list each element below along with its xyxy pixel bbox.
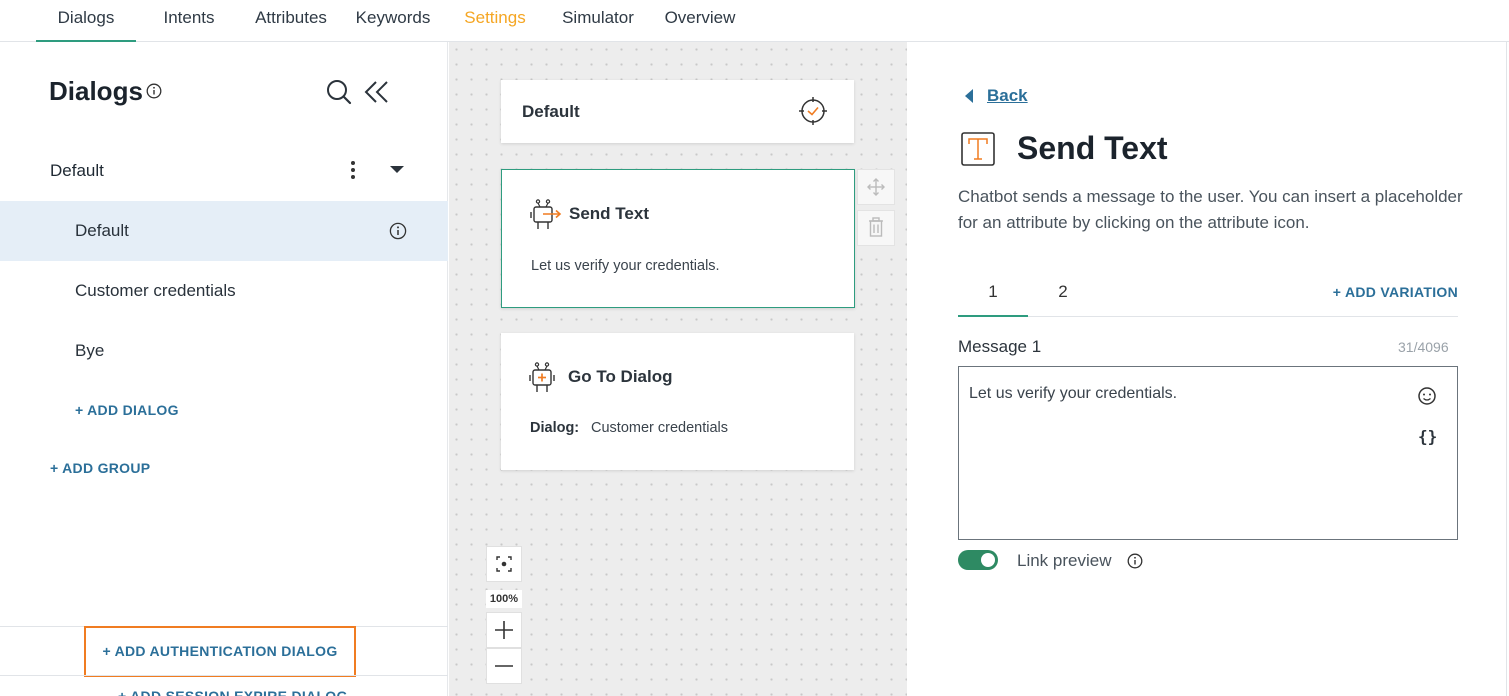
info-icon[interactable] [1127,553,1143,574]
flow-canvas[interactable]: Default Send Text Let us verify your cre… [449,42,907,696]
send-text-card-message: Let us verify your credentials. [531,258,720,274]
tab-intents[interactable]: Intents [150,0,228,42]
message-input[interactable]: Let us verify your credentials. {} [958,366,1458,540]
dialog-item-label: Customer credentials [75,281,236,300]
dialog-item-label: Bye [75,341,105,360]
variation-tab-2[interactable]: 2 [1028,282,1098,317]
panel-description: Chatbot sends a message to the user. You… [958,187,1463,232]
target-icon [798,96,828,131]
link-preview-label: Link preview [1017,551,1112,570]
dialog-item-label: Default [75,221,129,240]
chevron-down-icon[interactable] [390,166,404,173]
panel-title: Send Text [1017,130,1168,166]
back-arrow-icon[interactable] [965,89,973,103]
more-options-icon[interactable] [343,158,363,184]
start-card[interactable]: Default [501,80,854,143]
element-settings-panel: Back Send Text Chatbot sends a message t… [907,42,1507,696]
add-session-expire-dialog-button[interactable]: + ADD SESSION EXPIRE DIALOG [118,688,348,696]
zoom-controls [486,612,522,684]
robot-goto-icon [528,361,558,400]
tab-simulator[interactable]: Simulator [553,0,643,42]
go-to-dialog-card[interactable]: Go To Dialog Dialog: Customer credential… [501,333,854,470]
fit-to-screen-icon[interactable] [486,546,522,582]
link-preview-toggle[interactable] [958,550,998,570]
go-to-dialog-card-title: Go To Dialog [568,367,673,386]
group-label: Default [50,161,104,180]
tab-attributes[interactable]: Attributes [244,0,338,42]
search-icon[interactable] [325,78,353,111]
variation-tab-1[interactable]: 1 [958,282,1028,317]
start-card-title: Default [522,102,580,121]
tab-keywords[interactable]: Keywords [350,0,436,42]
robot-send-icon [529,198,563,237]
info-icon[interactable] [389,222,407,245]
zoom-level: 100% [486,590,522,608]
divider [0,675,448,676]
send-text-card[interactable]: Send Text Let us verify your credentials… [501,169,855,308]
dialogs-sidebar: Dialogs Default Default Customer credent… [0,42,448,696]
dialog-group-default[interactable]: Default [0,141,448,201]
send-text-card-title: Send Text [569,204,649,223]
emoji-icon[interactable] [1417,386,1437,411]
dialog-item[interactable]: Default [0,201,448,261]
collapse-sidebar-icon[interactable] [363,79,391,110]
zoom-out-icon[interactable] [486,648,522,684]
info-icon[interactable] [146,83,162,104]
sidebar-title: Dialogs [49,76,143,106]
dialog-item[interactable]: Customer credentials [0,261,448,321]
tab-dialogs[interactable]: Dialogs [36,0,136,42]
zoom-in-icon[interactable] [486,612,522,648]
trash-icon[interactable] [857,210,895,246]
top-tab-bar: Dialogs Intents Attributes Keywords Sett… [0,0,1509,42]
add-group-button[interactable]: + ADD GROUP [50,460,150,476]
add-dialog-button[interactable]: + ADD DIALOG [75,402,179,418]
go-to-dialog-target: Customer credentials [591,420,728,436]
card-side-tools [857,169,895,249]
dialog-item[interactable]: Bye [0,321,448,381]
tab-overview[interactable]: Overview [655,0,745,42]
message-input-value: Let us verify your credentials. [969,385,1178,402]
tab-settings[interactable]: Settings [455,0,535,42]
move-icon[interactable] [857,169,895,205]
text-element-icon [960,131,996,172]
message-label: Message 1 [958,337,1042,356]
attribute-placeholder-icon[interactable]: {} [1418,427,1437,446]
add-authentication-dialog-button[interactable]: + ADD AUTHENTICATION DIALOG [84,626,356,677]
back-link[interactable]: Back [987,86,1028,106]
go-to-dialog-label: Dialog: [530,420,580,436]
variation-tabs: 1 2 + ADD VARIATION [958,270,1458,317]
add-variation-button[interactable]: + ADD VARIATION [1333,284,1458,300]
character-count: 31/4096 [1398,339,1449,355]
